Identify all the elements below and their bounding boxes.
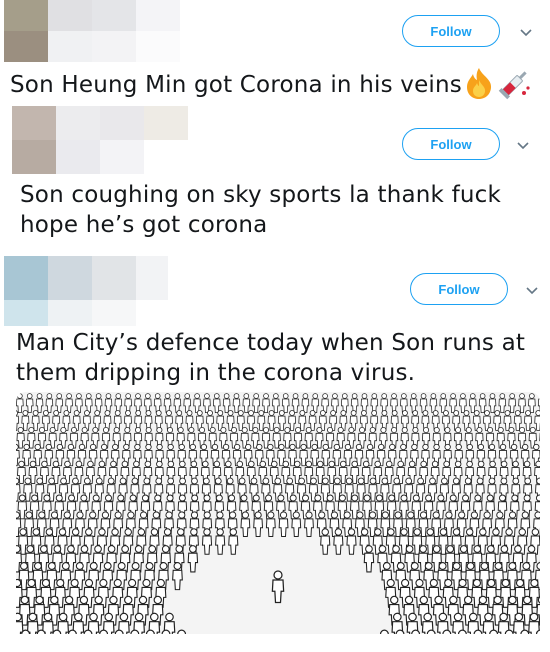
follow-button[interactable]: Follow: [410, 273, 508, 305]
follow-button[interactable]: Follow: [402, 15, 500, 47]
follow-button[interactable]: Follow: [402, 128, 500, 160]
tweet-text-line-1: Man City’s defence today when Son runs a…: [16, 330, 526, 356]
crowd-illustration: [16, 393, 540, 634]
chevron-down-icon[interactable]: [518, 24, 534, 40]
pixelated-avatar-name: [4, 0, 182, 62]
tweet-text-line-1: Son coughing on sky sports la thank fuck: [20, 182, 502, 208]
syringe-emoji-icon: [498, 71, 530, 100]
chevron-down-icon[interactable]: [515, 137, 531, 153]
tweet-text: Son Heung Min got Corona in his veins: [10, 72, 462, 98]
fire-emoji-icon: [467, 68, 492, 99]
crowd-illustration-image[interactable]: [16, 392, 540, 634]
pixelated-avatar-name: [12, 106, 190, 174]
pixelated-avatar-name: [4, 256, 168, 326]
tweet-text-line-2: them dripping in the corona virus.: [16, 360, 416, 386]
chevron-down-icon[interactable]: [524, 282, 540, 298]
tweet-text-line-2: hope he’s got corona: [20, 212, 268, 238]
